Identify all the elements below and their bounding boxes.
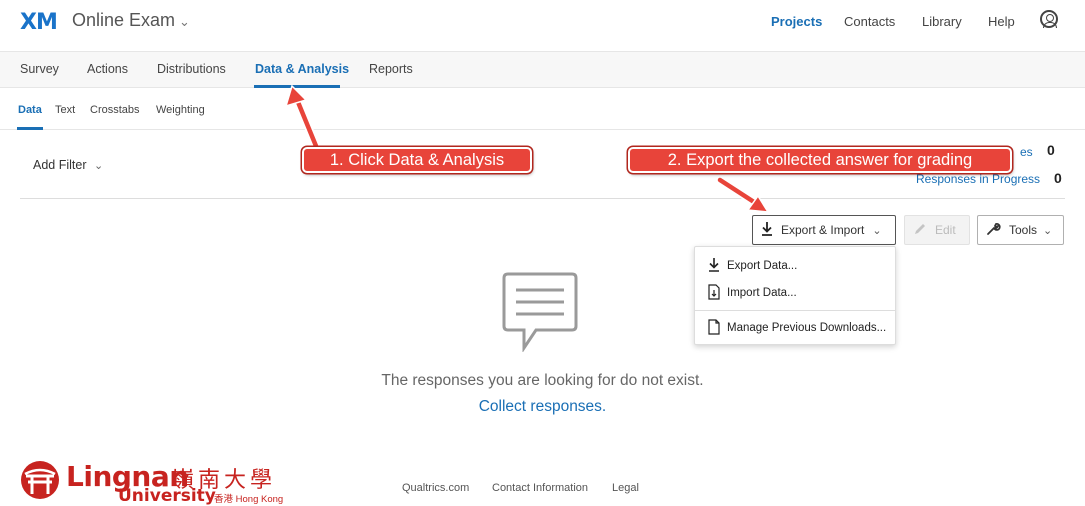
hong-kong-label: 香港 Hong Kong <box>214 494 284 505</box>
tab-data-analysis[interactable]: Data & Analysis <box>255 62 349 76</box>
xm-logo[interactable]: XM <box>20 10 58 35</box>
subtab-weighting[interactable]: Weighting <box>156 104 205 116</box>
responses-label: es <box>1020 145 1033 159</box>
top-bar: XM Online Exam ⌄ Projects Contacts Librar… <box>0 0 1085 52</box>
project-title: Online Exam <box>72 10 176 30</box>
lingnan-emblem-icon <box>21 461 59 499</box>
chevron-down-icon: ⌄ <box>93 160 104 172</box>
menu-item-export-data[interactable]: Export Data... <box>695 253 895 279</box>
project-selector[interactable]: Online Exam ⌄ <box>72 10 190 31</box>
project-tabs: Survey Actions Distributions Data & Anal… <box>0 52 1085 88</box>
footer-link-contact[interactable]: Contact Information <box>492 482 588 494</box>
data-subtabs: Data Text Crosstabs Weighting <box>0 88 1085 130</box>
tools-button[interactable]: Tools ⌄ <box>977 215 1064 245</box>
responses-in-progress-count: 0 <box>1054 170 1062 186</box>
lingnan-university-logo: Lingnan 嶺南大學 University 香港 Hong Kong <box>20 460 290 506</box>
menu-divider <box>695 310 895 311</box>
menu-item-import-data[interactable]: Import Data... <box>695 280 895 306</box>
subtab-text[interactable]: Text <box>55 104 75 116</box>
chevron-down-icon: ⌄ <box>1043 224 1053 237</box>
university-wordmark: University <box>118 486 216 506</box>
tab-distributions[interactable]: Distributions <box>157 62 226 76</box>
nav-contacts[interactable]: Contacts <box>844 14 895 29</box>
file-icon <box>705 318 723 338</box>
download-icon <box>705 257 723 275</box>
export-import-button[interactable]: Export & Import ⌄ <box>752 215 896 245</box>
section-divider <box>20 198 1065 199</box>
download-icon <box>761 221 773 239</box>
chevron-down-icon: ⌄ <box>872 224 882 237</box>
edit-button[interactable]: Edit <box>904 215 970 245</box>
annotation-step-2: 2. Export the collected answer for gradi… <box>628 147 1012 173</box>
tab-reports[interactable]: Reports <box>369 62 413 76</box>
responses-in-progress-label[interactable]: Responses in Progress <box>916 172 1040 186</box>
collect-responses-link[interactable]: Collect responses. <box>300 398 785 416</box>
nav-projects[interactable]: Projects <box>771 14 822 29</box>
export-data-label: Export Data... <box>727 260 798 272</box>
pencil-icon <box>913 222 927 239</box>
chevron-down-icon: ⌄ <box>179 14 190 29</box>
tab-survey[interactable]: Survey <box>20 62 59 76</box>
add-filter-label: Add Filter <box>33 158 87 172</box>
nav-help[interactable]: Help <box>988 14 1015 29</box>
tools-label: Tools <box>1009 223 1038 237</box>
edit-label: Edit <box>935 223 956 237</box>
manage-downloads-label: Manage Previous Downloads... <box>727 322 887 334</box>
active-subtab-indicator <box>17 127 43 130</box>
user-avatar-icon[interactable] <box>1040 10 1058 28</box>
import-data-label: Import Data... <box>727 287 797 299</box>
responses-count: 0 <box>1047 142 1055 158</box>
nav-library[interactable]: Library <box>922 14 962 29</box>
menu-item-manage-downloads[interactable]: Manage Previous Downloads... <box>695 315 895 341</box>
annotation-step-1: 1. Click Data & Analysis <box>302 147 532 173</box>
empty-state-message: The responses you are looking for do not… <box>381 372 704 389</box>
subtab-data[interactable]: Data <box>18 104 42 116</box>
export-import-label: Export & Import <box>781 223 865 237</box>
import-file-icon <box>705 283 723 303</box>
subtab-crosstabs[interactable]: Crosstabs <box>90 104 140 116</box>
footer-link-legal[interactable]: Legal <box>612 482 639 494</box>
tab-actions[interactable]: Actions <box>87 62 128 76</box>
export-import-menu: Export Data... Import Data... Manage Pre… <box>694 246 896 345</box>
wrench-icon <box>986 221 1001 239</box>
chat-bubble-icon <box>502 272 578 353</box>
add-filter-button[interactable]: Add Filter ⌄ <box>33 158 103 172</box>
footer-link-qualtrics[interactable]: Qualtrics.com <box>402 482 469 494</box>
